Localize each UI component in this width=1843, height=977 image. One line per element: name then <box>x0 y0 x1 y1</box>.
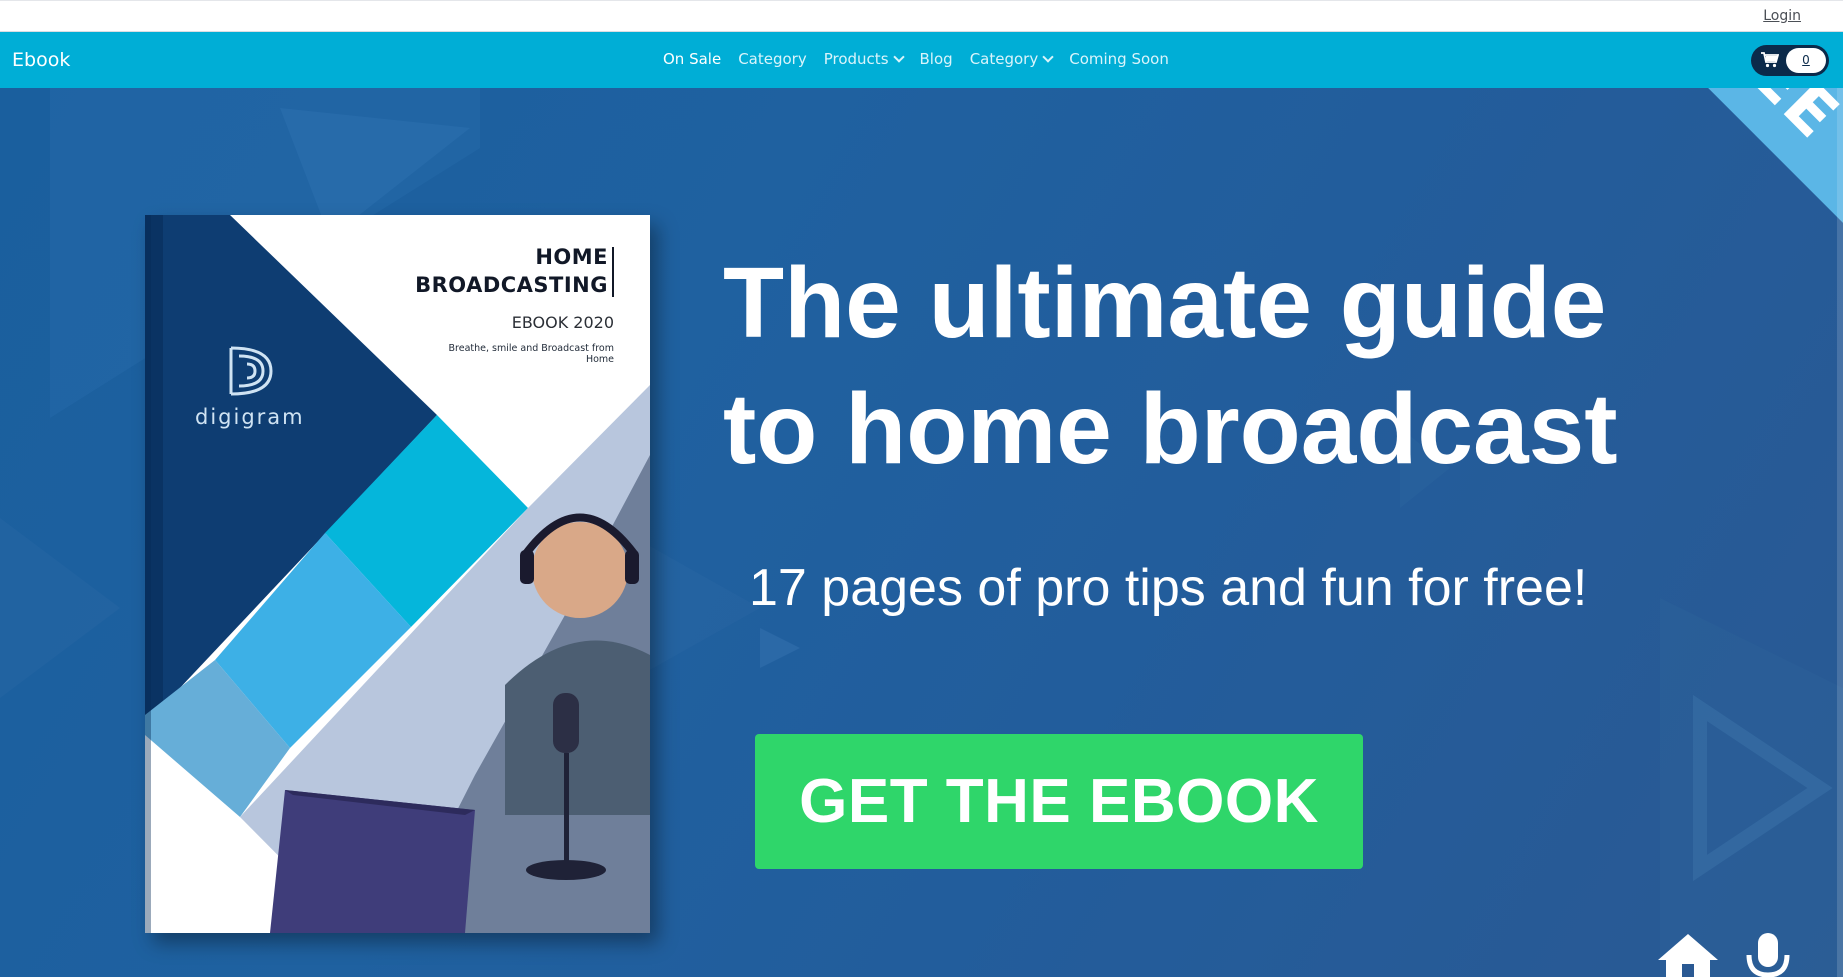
page-scrollbar[interactable] <box>1837 88 1843 977</box>
hero-subheadline: 17 pages of pro tips and fun for free! <box>749 559 1588 617</box>
ebook-cover[interactable]: HOME BROADCASTING EBOOK 2020 Breathe, sm… <box>145 215 650 933</box>
cart-button[interactable]: 0 <box>1751 45 1829 76</box>
cart-count-badge[interactable]: 0 <box>1786 48 1826 73</box>
nav-item-label: Category <box>969 50 1039 68</box>
main-navbar: Ebook On Sale Category Products Blog Cat… <box>0 32 1843 88</box>
nav-item-on-sale[interactable]: On Sale <box>663 50 721 68</box>
nav-item-blog[interactable]: Blog <box>920 50 953 68</box>
nav-item-products[interactable]: Products <box>823 50 905 68</box>
home-icon <box>1658 934 1718 977</box>
get-ebook-button[interactable]: GET THE EBOOK <box>755 734 1363 869</box>
microphone-icon <box>1746 933 1790 977</box>
ebook-tagline: Breathe, smile and Broadcast from Home <box>448 343 614 365</box>
brand-logo[interactable]: Ebook <box>12 49 70 71</box>
nav-item-category[interactable]: Category <box>738 50 807 68</box>
chevron-down-icon <box>892 50 905 63</box>
hero-headline-line2: to home broadcast <box>723 373 1618 485</box>
digigram-logo-text: digigram <box>195 405 305 429</box>
ebook-title-line2: BROADCASTING <box>415 273 608 297</box>
nav-item-category-dropdown[interactable]: Category <box>969 50 1054 68</box>
nav-menu: On Sale Category Products Blog Category … <box>663 50 1186 68</box>
hero-headline: The ultimate guide to home broadcast <box>723 240 1723 492</box>
nav-item-label: Category <box>738 50 807 68</box>
login-link[interactable]: Login <box>1763 8 1801 24</box>
ebook-title-line1: HOME <box>535 245 608 269</box>
nav-item-coming-soon[interactable]: Coming Soon <box>1069 50 1169 68</box>
nav-item-label: On Sale <box>663 50 722 68</box>
hero-banner[interactable]: FREE <box>0 88 1843 977</box>
cart-icon <box>1761 52 1779 68</box>
chevron-down-icon <box>1042 50 1054 63</box>
nav-item-label: Products <box>823 50 889 68</box>
ebook-edition: EBOOK 2020 <box>511 313 614 332</box>
nav-item-label: Coming Soon <box>1069 50 1169 68</box>
hero-headline-line1: The ultimate guide <box>723 247 1607 359</box>
title-divider <box>612 247 614 297</box>
nav-item-label: Blog <box>919 50 953 68</box>
digigram-logo-icon <box>229 346 273 396</box>
top-utility-bar: Login <box>0 0 1843 32</box>
